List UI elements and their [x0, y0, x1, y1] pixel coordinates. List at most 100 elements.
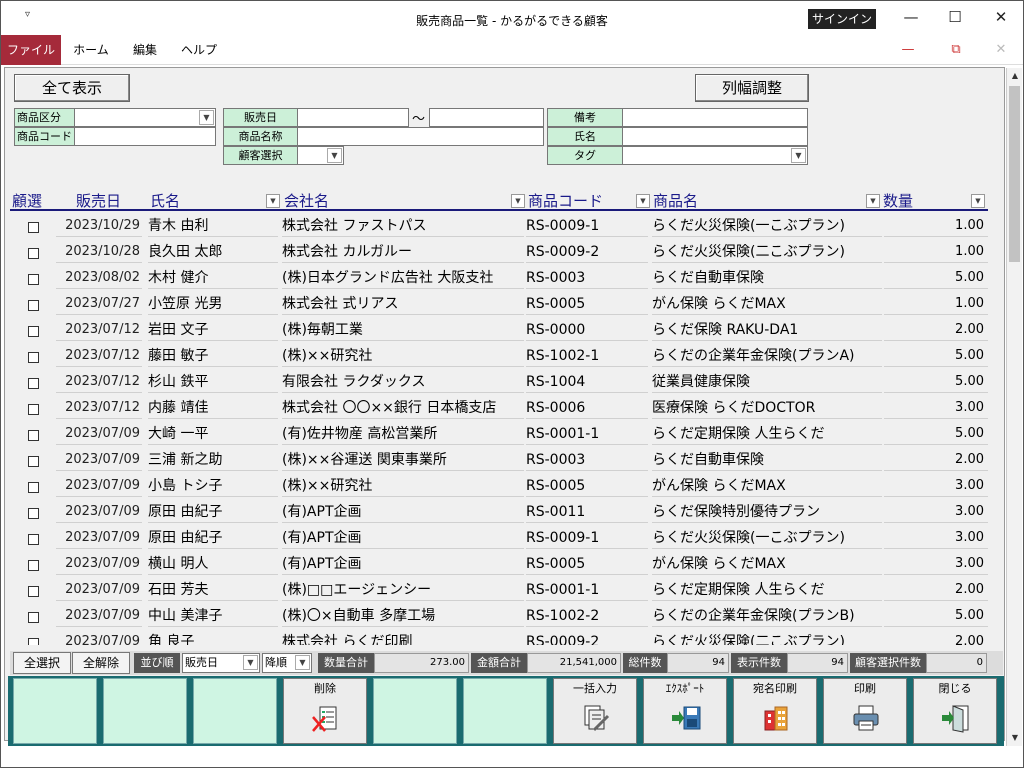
- scroll-thumb[interactable]: [1009, 86, 1020, 262]
- product-name-field[interactable]: [297, 127, 544, 146]
- product-filter-dropdown-icon[interactable]: ▼: [866, 194, 880, 208]
- table-row[interactable]: 2023/07/12 藤田 敏子 (株)××研究社 RS-1002-1 らくだの企業年金…: [10, 343, 988, 369]
- company-filter-dropdown-icon[interactable]: ▼: [511, 194, 525, 208]
- tag-select[interactable]: ▼: [622, 146, 808, 165]
- row-select-checkbox[interactable]: [28, 456, 39, 467]
- table-row[interactable]: 2023/07/12 内藤 靖佳 株式会社 〇〇××銀行 日本橋支店 RS-0006 医…: [10, 395, 988, 421]
- cell-qty: 5.00: [884, 605, 988, 627]
- name-filter-dropdown-icon[interactable]: ▼: [266, 194, 280, 208]
- header-company[interactable]: 会社名: [284, 191, 329, 211]
- address-print-button[interactable]: 宛名印刷: [733, 678, 817, 744]
- row-select-checkbox[interactable]: [28, 378, 39, 389]
- menu-edit[interactable]: 編集: [121, 35, 169, 65]
- table-row[interactable]: 2023/07/09 原田 由紀子 (有)APT企画 RS-0011 らくだ保険特別優待…: [10, 499, 988, 525]
- minimize-button[interactable]: —: [888, 5, 934, 29]
- customer-select-dropdown[interactable]: ▼: [297, 146, 344, 165]
- table-row[interactable]: 2023/10/28 良久田 太郎 株式会社 カルガルー RS-0009-2 らくだ火災…: [10, 239, 988, 265]
- sale-date-from-field[interactable]: [297, 108, 409, 127]
- cell-company: (株)□□エージェンシー: [282, 579, 524, 601]
- mdi-minimize-button[interactable]: —: [893, 39, 923, 61]
- table-row[interactable]: 2023/07/12 岩田 文子 (株)毎朝工業 RS-0000 らくだ保険 RAKU-…: [10, 317, 988, 343]
- deselect-all-button[interactable]: 全解除: [72, 652, 130, 674]
- row-select-checkbox[interactable]: [28, 274, 39, 285]
- bulk-input-label: 一括入力: [573, 682, 617, 695]
- row-select-checkbox[interactable]: [28, 404, 39, 415]
- row-select-checkbox[interactable]: [28, 638, 39, 645]
- header-date[interactable]: 販売日: [76, 191, 121, 211]
- column-adjust-button[interactable]: 列幅調整: [695, 74, 809, 102]
- table-row[interactable]: 2023/07/09 中山 美津子 (株)〇×自動車 多摩工場 RS-1002-2 らく…: [10, 603, 988, 629]
- menu-home[interactable]: ホーム: [67, 35, 115, 65]
- table-row[interactable]: 2023/07/12 杉山 鉄平 有限会社 ラクダックス RS-1004 従業員健康保険…: [10, 369, 988, 395]
- row-select-checkbox[interactable]: [28, 248, 39, 259]
- table-row[interactable]: 2023/10/29 青木 由利 株式会社 ファストパス RS-0009-1 らくだ火災…: [10, 213, 988, 239]
- close-button[interactable]: ✕: [978, 5, 1024, 29]
- table-row[interactable]: 2023/07/09 角 良子 株式会社 らくだ印刷 RS-0009-2 らくだ火災保険…: [10, 629, 988, 645]
- product-code-label: 商品コード: [14, 127, 75, 146]
- row-select-checkbox[interactable]: [28, 612, 39, 623]
- sort-order-select[interactable]: 降順 ▼: [262, 653, 312, 673]
- menu-bar: ファイル ホーム 編集 ヘルプ — ⧉ ✕: [1, 35, 1023, 65]
- row-select-checkbox[interactable]: [28, 352, 39, 363]
- row-select-checkbox[interactable]: [28, 586, 39, 597]
- header-name[interactable]: 氏名: [150, 191, 180, 211]
- close-form-button[interactable]: 閉じる: [913, 678, 997, 744]
- signin-button[interactable]: サインイン: [808, 9, 876, 29]
- product-code-field[interactable]: [74, 127, 216, 146]
- row-select-checkbox[interactable]: [28, 482, 39, 493]
- chevron-down-icon[interactable]: ▼: [199, 110, 214, 125]
- table-row[interactable]: 2023/07/27 小笠原 光男 株式会社 式リアス RS-0005 がん保険 らくだ…: [10, 291, 988, 317]
- menu-file[interactable]: ファイル: [1, 35, 61, 65]
- table-row[interactable]: 2023/07/09 小島 トシ子 (株)××研究社 RS-0005 がん保険 らくだM…: [10, 473, 988, 499]
- chevron-down-icon[interactable]: ▼: [327, 148, 342, 163]
- mdi-close-button[interactable]: ✕: [986, 39, 1016, 61]
- table-row[interactable]: 2023/07/09 三浦 新之助 (株)××谷運送 関東事業所 RS-0003 らくだ…: [10, 447, 988, 473]
- remarks-field[interactable]: [622, 108, 808, 127]
- row-select-checkbox[interactable]: [28, 508, 39, 519]
- header-code[interactable]: 商品コード: [528, 191, 603, 211]
- table-row[interactable]: 2023/07/09 石田 芳夫 (株)□□エージェンシー RS-0001-1 らくだ定…: [10, 577, 988, 603]
- selected-count-value: 0: [926, 653, 987, 673]
- delete-button[interactable]: 削除: [283, 678, 367, 744]
- bulk-input-button[interactable]: 一括入力: [553, 678, 637, 744]
- product-category-select[interactable]: ▼: [74, 108, 216, 127]
- sale-date-to-field[interactable]: [429, 108, 544, 127]
- row-select-checkbox[interactable]: [28, 534, 39, 545]
- scroll-down-icon[interactable]: ▼: [1007, 730, 1023, 746]
- row-select-checkbox[interactable]: [28, 326, 39, 337]
- header-qty[interactable]: 数量: [883, 191, 913, 211]
- table-row[interactable]: 2023/07/09 横山 明人 (有)APT企画 RS-0005 がん保険 らくだMA…: [10, 551, 988, 577]
- mdi-restore-button[interactable]: ⧉: [941, 39, 971, 61]
- print-button[interactable]: 印刷: [823, 678, 907, 744]
- save-disk-icon: [672, 706, 701, 730]
- select-all-button[interactable]: 全選択: [13, 652, 71, 674]
- table-row[interactable]: 2023/07/09 大崎 一平 (有)佐井物産 高松営業所 RS-0001-1 らくだ…: [10, 421, 988, 447]
- code-filter-dropdown-icon[interactable]: ▼: [636, 194, 650, 208]
- chevron-down-icon[interactable]: ▼: [295, 655, 310, 670]
- sort-field-select[interactable]: 販売日 ▼: [182, 653, 260, 673]
- chevron-down-icon[interactable]: ▼: [243, 655, 258, 670]
- row-select-checkbox[interactable]: [28, 430, 39, 441]
- scroll-up-icon[interactable]: ▲: [1007, 68, 1023, 84]
- cell-name: 良久田 太郎: [148, 241, 278, 263]
- row-select-checkbox[interactable]: [28, 300, 39, 311]
- table-row[interactable]: 2023/08/02 木村 健介 (株)日本グランド広告社 大阪支社 RS-0003 ら…: [10, 265, 988, 291]
- cell-date: 2023/07/09: [56, 475, 142, 497]
- show-all-button[interactable]: 全て表示: [14, 74, 130, 102]
- table-row[interactable]: 2023/07/09 原田 由紀子 (有)APT企画 RS-0009-1 らくだ火災保険…: [10, 525, 988, 551]
- qty-filter-dropdown-icon[interactable]: ▼: [971, 194, 985, 208]
- row-select-checkbox[interactable]: [28, 222, 39, 233]
- exit-door-icon: [942, 705, 969, 733]
- cell-code: RS-0000: [526, 319, 648, 341]
- export-button[interactable]: ｴｸｽﾎﾟｰﾄ: [643, 678, 727, 744]
- header-product[interactable]: 商品名: [653, 191, 698, 211]
- menu-help[interactable]: ヘルプ: [173, 35, 225, 65]
- cell-product: らくだの企業年金保険(プランA): [652, 345, 882, 367]
- cell-company: (株)日本グランド広告社 大阪支社: [282, 267, 524, 289]
- row-select-checkbox[interactable]: [28, 560, 39, 571]
- chevron-down-icon[interactable]: ▼: [791, 148, 806, 163]
- action-panel: 削除 一括入力 ｴｸｽﾎﾟｰﾄ 宛名印刷 印刷 閉じる: [8, 676, 1004, 746]
- maximize-button[interactable]: ☐: [932, 5, 978, 29]
- name-field[interactable]: [622, 127, 808, 146]
- vertical-scrollbar[interactable]: ▲ ▼: [1006, 68, 1022, 746]
